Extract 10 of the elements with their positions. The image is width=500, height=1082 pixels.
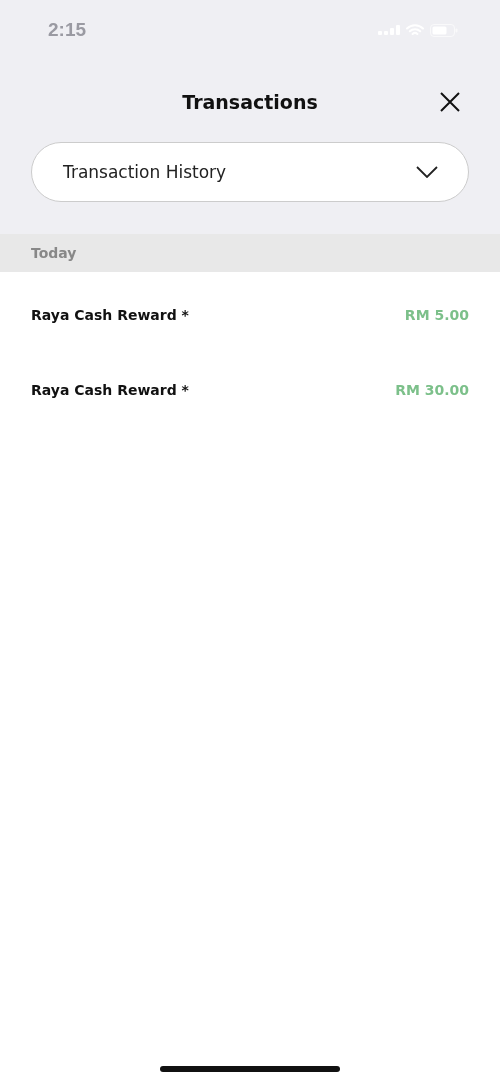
chevron-down-icon [416, 166, 438, 178]
transaction-name: Raya Cash Reward * [31, 382, 189, 398]
transaction-amount: RM 30.00 [395, 382, 469, 398]
close-icon[interactable] [440, 92, 460, 112]
transaction-name: Raya Cash Reward * [31, 307, 189, 323]
transaction-amount: RM 5.00 [404, 307, 469, 323]
status-time: 2:15 [48, 19, 87, 41]
section-header: Today [0, 234, 500, 272]
transaction-type-dropdown[interactable]: Transaction History [31, 142, 469, 202]
page-title: Transactions [182, 91, 318, 113]
